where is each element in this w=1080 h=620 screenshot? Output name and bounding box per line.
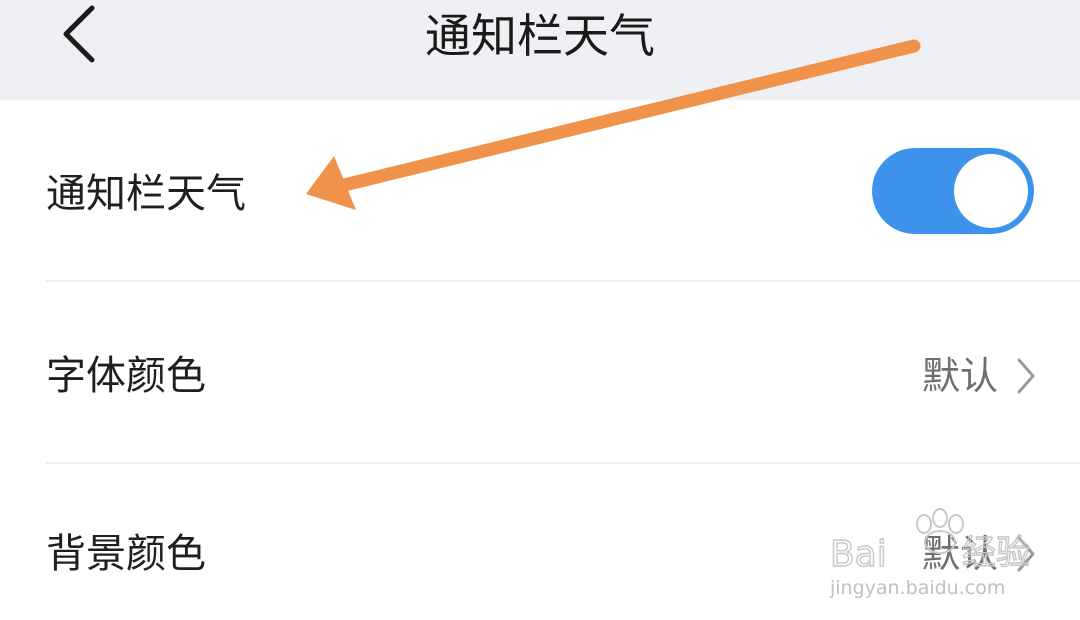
- setting-value-font-color: 默认: [921, 354, 998, 398]
- toggle-knob: [954, 154, 1028, 228]
- notification-weather-toggle[interactable]: [872, 148, 1034, 234]
- chevron-right-icon: [1016, 356, 1036, 396]
- setting-row-background-color[interactable]: 背景颜色 默认: [0, 464, 1080, 620]
- setting-value-background-color: 默认: [921, 532, 998, 576]
- page-title: 通知栏天气: [425, 9, 655, 63]
- setting-label-background-color: 背景颜色: [46, 531, 206, 577]
- setting-row-font-color[interactable]: 字体颜色 默认: [0, 282, 1080, 464]
- settings-screen: 通知栏天气 通知栏天气 字体颜色 默认 背景颜色 默认 Bai 经验 jingy…: [0, 0, 1080, 620]
- setting-label-font-color: 字体颜色: [46, 353, 206, 399]
- top-bar: 通知栏天气: [0, 0, 1080, 100]
- chevron-right-icon: [1016, 534, 1036, 574]
- setting-label-notification-weather: 通知栏天气: [46, 171, 246, 217]
